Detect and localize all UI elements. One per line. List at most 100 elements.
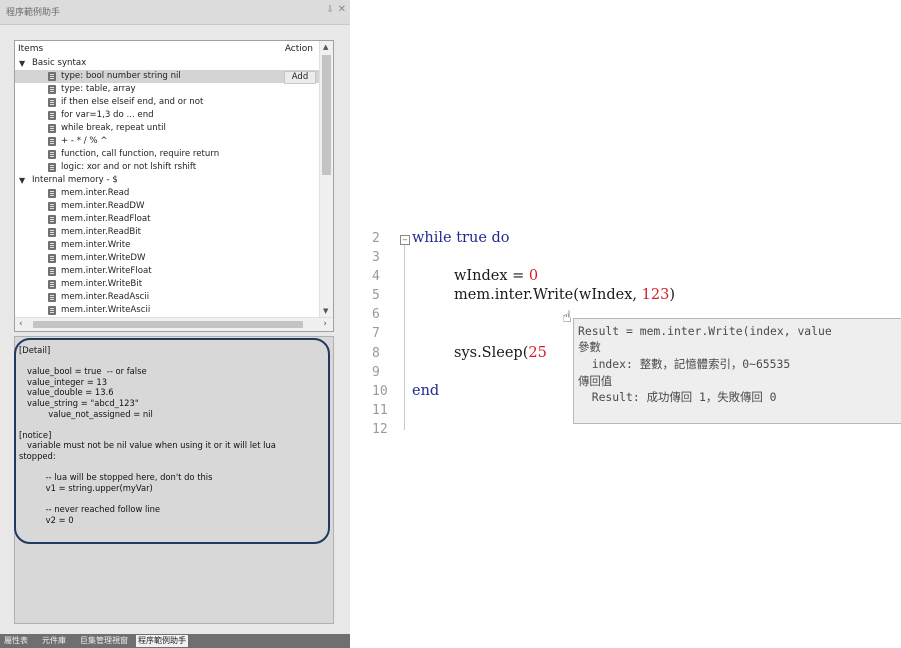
panel-title: 程序範例助手 [6, 8, 61, 18]
tree-item-label: + - * / % ^ [61, 136, 108, 146]
tree-item[interactable]: for var=1,3 do ... end [15, 109, 319, 122]
keyword: while [412, 230, 452, 246]
scroll-left-icon[interactable]: ‹ [19, 319, 23, 329]
line-number: 12 [372, 422, 388, 437]
number: 123 [641, 287, 670, 303]
tree-item[interactable]: mem.inter.Read [15, 187, 319, 200]
code-line-while: while true do [412, 230, 510, 246]
tab-components[interactable]: 元件庫 [40, 635, 68, 647]
tree-item[interactable]: mem.inter.ReadFloat [15, 213, 319, 226]
tree-item[interactable]: mem.inter.ReadBit [15, 226, 319, 239]
scroll-down-icon[interactable]: ▼ [323, 307, 328, 315]
tree-header: Items Action [15, 41, 319, 56]
tree-item[interactable]: type: bool number string nil Add [15, 70, 319, 84]
column-header-action[interactable]: Action [285, 44, 313, 54]
items-tree[interactable]: Items Action ▼ Basic syntax type: bool n… [14, 40, 334, 332]
tree-item[interactable]: logic: xor and or not lshift rshift [15, 161, 319, 174]
scroll-up-icon[interactable]: ▲ [323, 43, 328, 51]
document-icon [48, 137, 56, 146]
fold-guide [404, 245, 405, 430]
vertical-scrollbar[interactable]: ▲ ▼ [319, 41, 333, 317]
tree-item[interactable]: mem.inter.Write [15, 239, 319, 252]
punctuation: ) [669, 287, 676, 303]
tree-item[interactable]: mem.inter.ReadAscii [15, 291, 319, 304]
tree-item-label: for var=1,3 do ... end [61, 110, 154, 120]
document-icon [48, 189, 56, 198]
column-header-items[interactable]: Items [18, 44, 43, 54]
tree-item-label: mem.inter.WriteAscii [61, 305, 151, 315]
tree-item-label: mem.inter.WriteDW [61, 253, 146, 263]
function-tooltip: Result = mem.inter.Write(index, value 參數… [573, 318, 901, 424]
tree-item-label: mem.inter.Read [61, 188, 130, 198]
tree-item[interactable]: if then else elseif end, and or not [15, 96, 319, 109]
scroll-right-icon[interactable]: › [323, 319, 327, 329]
tree-item[interactable]: mem.inter.WriteDW [15, 252, 319, 265]
hand-cursor-icon: ☝ [562, 307, 572, 326]
line-number: 4 [372, 269, 380, 284]
tree-item-label: if then else elseif end, and or not [61, 97, 204, 107]
tree-item-label: mem.inter.Write [61, 240, 131, 250]
number: 25 [528, 345, 547, 361]
tree-item-label: logic: xor and or not lshift rshift [61, 162, 197, 172]
scroll-thumb[interactable] [322, 55, 331, 175]
tree-item[interactable]: mem.inter.ReadDW [15, 200, 319, 213]
close-icon[interactable]: ✕ [338, 4, 346, 15]
document-icon [48, 228, 56, 237]
document-icon [48, 267, 56, 276]
line-number: 10 [372, 384, 388, 399]
function-call: mem.inter.Write(wIndex, [454, 287, 642, 303]
tree-item-label: mem.inter.ReadFloat [61, 214, 151, 224]
tree-item-label: while break, repeat until [61, 123, 166, 133]
expand-arrow-icon[interactable]: ▼ [19, 57, 25, 70]
tree-item-label: mem.inter.WriteFloat [61, 266, 152, 276]
fold-toggle-icon[interactable]: − [400, 235, 410, 245]
document-icon [48, 293, 56, 302]
document-icon [48, 124, 56, 133]
tree-item[interactable]: mem.inter.WriteFloat [15, 265, 319, 278]
document-icon [48, 254, 56, 263]
tooltip-params-header: 參數 [578, 340, 601, 354]
tree-item[interactable]: mem.inter.WriteBit [15, 278, 319, 291]
number: 0 [528, 268, 539, 284]
pin-icon[interactable]: ⇩ [326, 5, 334, 15]
detail-box: [Detail] value_bool = true -- or false v… [14, 336, 334, 624]
scroll-thumb[interactable] [33, 321, 303, 328]
line-number: 11 [372, 403, 388, 418]
tree-item[interactable]: type: table, array [15, 83, 319, 96]
expand-arrow-icon[interactable]: ▼ [19, 174, 25, 187]
document-icon [48, 202, 56, 211]
line-number: 6 [372, 307, 380, 322]
code-line-end: end [412, 383, 439, 399]
tree-item-label: mem.inter.ReadBit [61, 227, 141, 237]
example-assistant-panel: 程序範例助手 ⇩ ✕ Items Action ▼ Basic syntax t… [0, 0, 350, 648]
tab-properties[interactable]: 屬性表 [2, 635, 30, 647]
identifier: wIndex [454, 268, 508, 284]
line-number: 7 [372, 326, 380, 341]
document-icon [48, 85, 56, 94]
tooltip-signature: Result = mem.inter.Write(index, value [578, 324, 832, 338]
document-icon [48, 72, 56, 81]
line-number: 8 [372, 346, 380, 361]
tree-item[interactable]: function, call function, require return [15, 148, 319, 161]
line-number: 3 [372, 250, 380, 265]
tree-item[interactable]: + - * / % ^ [15, 135, 319, 148]
function-call: sys.Sleep( [454, 345, 529, 361]
document-icon [48, 280, 56, 289]
tooltip-return-value: Result: 成功傳回 1，失敗傳回 0 [578, 390, 777, 404]
document-icon [48, 98, 56, 107]
horizontal-scrollbar[interactable]: ‹ › [15, 317, 333, 331]
tooltip-param-index: index: 整數，記憶體索引，0~65535 [578, 357, 791, 371]
tree-item-label: type: bool number string nil [61, 71, 181, 81]
tab-macro-manager[interactable]: 巨集管理視窗 [78, 635, 130, 647]
detail-text: [Detail] value_bool = true -- or false v… [19, 345, 276, 525]
tree-item[interactable]: while break, repeat until [15, 122, 319, 135]
tree-group-basic-syntax[interactable]: ▼ Basic syntax [15, 57, 319, 70]
document-icon [48, 306, 56, 315]
tree-item[interactable]: mem.inter.WriteAscii [15, 304, 319, 317]
tree-group-internal-memory[interactable]: ▼ Internal memory - $ [15, 174, 319, 187]
group-label: Internal memory - $ [32, 175, 118, 185]
tooltip-return-header: 傳回值 [578, 374, 613, 388]
tab-example-assistant[interactable]: 程序範例助手 [136, 635, 188, 647]
keyword: end [412, 383, 440, 399]
tree-item-label: function, call function, require return [61, 149, 220, 159]
